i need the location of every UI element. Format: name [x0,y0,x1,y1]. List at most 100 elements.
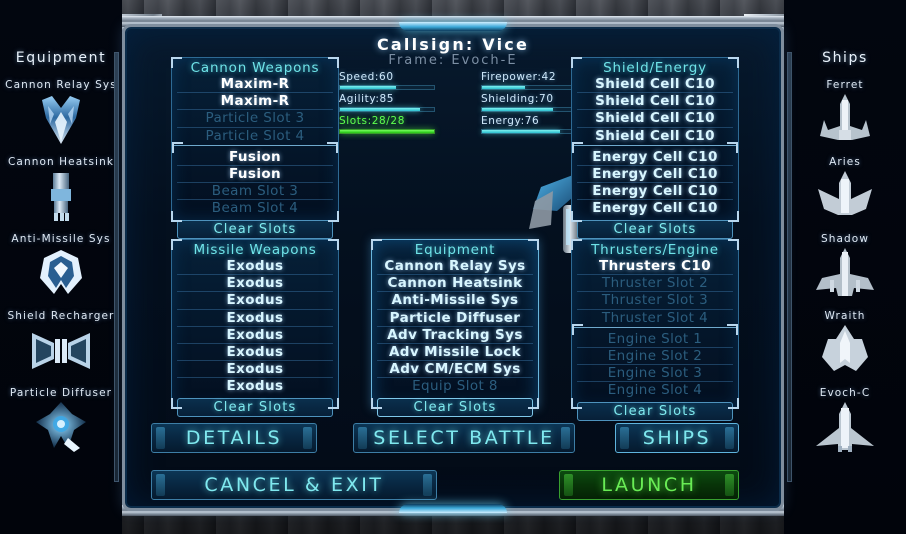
loadout-console: Callsign: Vice Frame: Evoch-E Speed:60 A… [122,24,784,511]
slot-equip-3[interactable]: Anti-Missile Sys [377,292,533,310]
stat-shielding-fill [482,108,554,111]
slot-engine-3[interactable]: Engine Slot 3 [577,365,733,383]
slot-equip-4[interactable]: Particle Diffuser [377,310,533,327]
stat-shielding: Shielding:70 [481,93,585,112]
particle-diffuser-thumb-icon [24,400,98,456]
slot-beam-2[interactable]: Fusion [177,166,333,184]
sidebar-item-particle-diffuser[interactable]: Particle Diffuser [0,387,122,456]
stat-slots-bar [339,129,435,134]
launch-button-label: LAUNCH [601,474,697,496]
sidebar-item-ship-aries[interactable]: Aries [784,156,906,225]
slot-cannon-1[interactable]: Maxim-R [177,76,333,94]
sidebar-left-label: Particle Diffuser [9,387,113,399]
slot-beam-4[interactable]: Beam Slot 4 [177,200,333,216]
slot-equip-2[interactable]: Cannon Heatsink [377,275,533,293]
button-cap-left [620,427,629,449]
slot-missile-3[interactable]: Exodus [177,292,333,310]
stat-speed-fill [340,86,397,89]
ship-wraith-thumb-icon [808,323,882,379]
sidebar-item-shield-recharger[interactable]: Shield Recharger [0,310,122,379]
sidebar-left-label: Cannon Heatsink [7,156,115,168]
clear-slots-equipment-button[interactable]: Clear Slots [377,397,533,417]
details-button[interactable]: DETAILS [151,423,317,453]
clear-slots-shield-button[interactable]: Clear Slots [577,219,733,239]
panel-equipment: Equipment Cannon Relay Sys Cannon Heatsi… [371,239,539,417]
slot-energy-3[interactable]: Energy Cell C10 [577,183,733,201]
slot-engine-2[interactable]: Engine Slot 2 [577,348,733,366]
sidebar-item-ship-ferret[interactable]: Ferret [784,79,906,148]
slot-shield-3[interactable]: Shield Cell C10 [577,110,733,128]
slot-missile-6[interactable]: Exodus [177,344,333,362]
slot-cannon-4[interactable]: Particle Slot 4 [177,128,333,144]
clear-slots-missile-button[interactable]: Clear Slots [177,397,333,417]
select-battle-button[interactable]: SELECT BATTLE [353,423,575,453]
panel-equipment-title: Equipment [414,242,496,258]
panel-cannon-weapons: Cannon Weapons Maxim-R Maxim-R Particle … [171,57,339,239]
stat-slots-label: Slots:28/28 [339,115,405,127]
slot-missile-2[interactable]: Exodus [177,275,333,293]
slot-thruster-4[interactable]: Thruster Slot 4 [577,310,733,326]
ships-button[interactable]: SHIPS [615,423,739,453]
slot-missile-1[interactable]: Exodus [177,258,333,276]
slot-equip-6[interactable]: Adv Missile Lock [377,344,533,362]
stat-energy: Energy:76 [481,115,585,134]
slot-beam-3[interactable]: Beam Slot 3 [177,183,333,201]
sidebar-left-label: Shield Recharger [7,310,115,322]
slot-missile-4[interactable]: Exodus [177,310,333,327]
sidebar-right-label: Aries [829,156,861,168]
sidebar-right-label: Evoch-C [819,387,871,399]
slot-missile-5[interactable]: Exodus [177,327,333,345]
slot-shield-1[interactable]: Shield Cell C10 [577,76,733,94]
cancel-exit-button-label: CANCEL & EXIT [204,474,384,496]
clear-slots-cannon-button[interactable]: Clear Slots [177,219,333,239]
panel-cannon-title: Cannon Weapons [190,60,320,76]
stat-agility-bar [339,107,435,112]
slot-equip-7[interactable]: Adv CM/ECM Sys [377,361,533,379]
sidebar-item-ship-wraith[interactable]: Wraith [784,310,906,379]
sidebar-right-label: Wraith [824,310,866,322]
ship-shadow-thumb-icon [808,246,882,302]
slot-shield-2[interactable]: Shield Cell C10 [577,93,733,111]
slot-cannon-2[interactable]: Maxim-R [177,93,333,111]
sidebar-item-cannon-heatsink[interactable]: Cannon Heatsink [0,156,122,225]
stat-agility-label: Agility:85 [339,93,395,105]
slot-energy-4[interactable]: Energy Cell C10 [577,200,733,216]
slot-engine-4[interactable]: Engine Slot 4 [577,382,733,398]
slot-missile-8[interactable]: Exodus [177,378,333,394]
sidebar-left-scrollbar[interactable] [114,52,119,482]
slot-equip-1[interactable]: Cannon Relay Sys [377,258,533,276]
ship-ferret-thumb-icon [808,92,882,148]
stat-firepower-label: Firepower:42 [481,71,557,83]
slot-energy-2[interactable]: Energy Cell C10 [577,166,733,184]
sidebar-left-label: Cannon Relay Sys [5,79,117,91]
sidebar-item-ship-evoch-c[interactable]: Evoch-C [784,387,906,456]
panel-missile-title: Missile Weapons [193,242,317,258]
launch-button[interactable]: LAUNCH [559,470,739,500]
slot-beam-1[interactable]: Fusion [177,149,333,167]
slot-thruster-3[interactable]: Thruster Slot 3 [577,292,733,310]
stat-energy-label: Energy:76 [481,115,540,127]
cancel-exit-button[interactable]: CANCEL & EXIT [151,470,437,500]
panel-missile-weapons: Missile Weapons Exodus Exodus Exodus Exo… [171,239,339,417]
stat-slots: Slots:28/28 [339,115,435,134]
slot-thruster-1[interactable]: Thrusters C10 [577,258,733,276]
slot-equip-5[interactable]: Adv Tracking Sys [377,327,533,345]
slot-missile-7[interactable]: Exodus [177,361,333,379]
slot-cannon-3[interactable]: Particle Slot 3 [177,110,333,128]
slot-energy-1[interactable]: Energy Cell C10 [577,149,733,167]
ship-aries-thumb-icon [808,169,882,225]
slot-engine-1[interactable]: Engine Slot 1 [577,331,733,349]
slot-thruster-2[interactable]: Thruster Slot 2 [577,275,733,293]
sidebar-item-ship-shadow[interactable]: Shadow [784,233,906,302]
sidebar-equipment: Equipment Cannon Relay Sys Cannon Heatsi… [0,0,122,534]
panel-shield-energy: Shield/Energy Shield Cell C10 Shield Cel… [571,57,739,239]
stat-slots-fill [340,130,434,133]
sidebar-item-cannon-relay-sys[interactable]: Cannon Relay Sys [0,79,122,148]
button-cap-right [423,474,432,496]
slot-shield-4[interactable]: Shield Cell C10 [577,128,733,144]
stat-speed-label: Speed:60 [339,71,394,83]
slot-equip-8[interactable]: Equip Slot 8 [377,378,533,394]
sidebar-right-scrollbar[interactable] [787,52,792,482]
clear-slots-thrusters-button[interactable]: Clear Slots [577,401,733,421]
sidebar-item-anti-missile-sys[interactable]: Anti-Missile Sys [0,233,122,302]
